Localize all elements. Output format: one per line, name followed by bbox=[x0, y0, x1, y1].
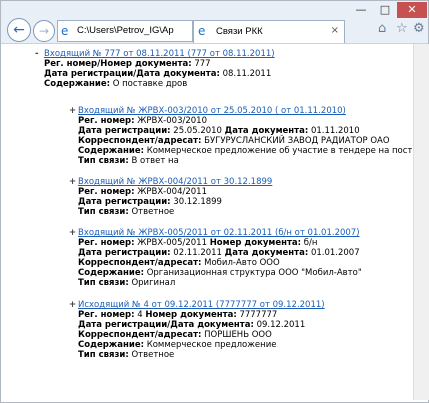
home-icon[interactable]: ⌂ bbox=[378, 21, 386, 37]
main-content-line: Содержание: О поставке дров bbox=[44, 79, 188, 89]
tab-title: Связи РКК bbox=[216, 26, 263, 37]
collapse-toggle[interactable]: - bbox=[35, 49, 44, 59]
ie-page-icon: e bbox=[61, 24, 69, 38]
main-record-link[interactable]: Входящий № 777 от 08.11.2011 (777 от 08.… bbox=[44, 49, 275, 59]
related-record-4: + Исходящий № 4 от 09.12.2011 (7777777 от… bbox=[69, 300, 325, 360]
related-record-link[interactable]: Исходящий № 4 от 09.12.2011 (7777777 от … bbox=[78, 300, 325, 310]
browser-toolbar: — □ ✕ ← → e C:\Users\Petrov_IG\Ap e Связ… bbox=[1, 1, 428, 44]
main-date-line: Дата регистрации/Дата документа: 08.11.2… bbox=[44, 69, 272, 79]
settings-gear-icon[interactable]: ⚙ bbox=[413, 21, 425, 37]
vertical-scrollbar[interactable] bbox=[413, 44, 429, 400]
close-window-button[interactable]: ✕ bbox=[397, 2, 427, 18]
related-record-1: + Входящий № ЖРВХ-003/2010 от 25.05.2010 … bbox=[69, 106, 412, 166]
back-button[interactable]: ← bbox=[7, 18, 31, 42]
tab-close-icon[interactable]: × bbox=[331, 25, 339, 36]
maximize-button[interactable]: □ bbox=[373, 2, 397, 18]
expand-toggle[interactable]: + bbox=[69, 300, 78, 310]
favorites-icon[interactable]: ☆ bbox=[396, 21, 408, 37]
address-url[interactable]: C:\Users\Petrov_IG\Ap bbox=[77, 25, 174, 36]
expand-toggle[interactable]: + bbox=[69, 228, 78, 238]
main-record: - Входящий № 777 от 08.11.2011 (777 от 08… bbox=[35, 49, 275, 89]
address-bar[interactable]: e C:\Users\Petrov_IG\Ap bbox=[57, 20, 193, 42]
page-content: - Входящий № 777 от 08.11.2011 (777 от 08… bbox=[2, 44, 412, 400]
related-record-link[interactable]: Входящий № ЖРВХ-003/2010 от 25.05.2010 (… bbox=[78, 106, 346, 116]
related-record-link[interactable]: Входящий № ЖРВХ-005/2011 от 02.11.2011 (… bbox=[78, 228, 360, 238]
ie-tab-icon: e bbox=[198, 24, 206, 38]
related-record-2: + Входящий № ЖРВХ-004/2011 от 30.12.1899 … bbox=[69, 177, 273, 217]
tab-active[interactable]: e Связи РКК × bbox=[193, 20, 345, 43]
related-record-link[interactable]: Входящий № ЖРВХ-004/2011 от 30.12.1899 bbox=[78, 177, 272, 187]
expand-toggle[interactable]: + bbox=[69, 106, 78, 116]
related-record-3: + Входящий № ЖРВХ-005/2011 от 02.11.2011 … bbox=[69, 228, 362, 288]
expand-toggle[interactable]: + bbox=[69, 177, 78, 187]
minimize-button[interactable]: — bbox=[349, 2, 373, 18]
forward-button[interactable]: → bbox=[33, 20, 55, 42]
main-reg-line: Рег. номер/Номер документа: 777 bbox=[44, 59, 211, 69]
browser-window: — □ ✕ ← → e C:\Users\Petrov_IG\Ap e Связ… bbox=[0, 0, 429, 403]
